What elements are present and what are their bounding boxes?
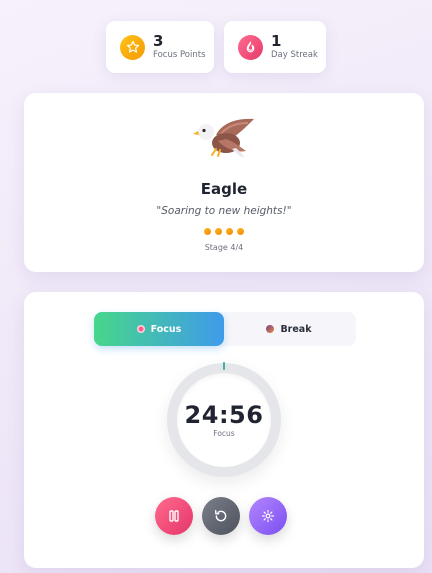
settings-button[interactable] bbox=[249, 497, 287, 535]
focus-mode-label: Focus bbox=[150, 323, 182, 335]
stage-dot bbox=[226, 228, 233, 235]
timer-progress-indicator bbox=[223, 362, 225, 370]
break-mode-button[interactable]: Break bbox=[224, 312, 354, 346]
focus-points-card: 3 Focus Points bbox=[106, 21, 214, 73]
day-streak-card: 1 Day Streak bbox=[224, 21, 326, 73]
timer-controls bbox=[155, 497, 287, 535]
timer-mode-label: Focus bbox=[213, 428, 235, 438]
pause-button[interactable] bbox=[155, 497, 193, 535]
stage-label: Stage 4/4 bbox=[204, 243, 244, 252]
day-streak-value: 1 bbox=[271, 32, 282, 51]
mode-toggle: Focus Break bbox=[94, 312, 356, 346]
fire-icon bbox=[238, 34, 263, 60]
focus-points-value: 3 bbox=[153, 32, 164, 51]
eagle-icon bbox=[192, 115, 256, 161]
timer-card: Focus Break 24:56 Focus bbox=[24, 292, 424, 568]
pet-card: Eagle "Soaring to new heights!" Stage 4/… bbox=[24, 93, 424, 272]
pet-quote: "Soaring to new heights!" bbox=[156, 205, 292, 217]
timer-time: 24:56 bbox=[184, 400, 264, 429]
coffee-icon bbox=[266, 325, 275, 333]
gear-icon bbox=[261, 509, 275, 523]
focus-points-label: Focus Points bbox=[153, 50, 206, 61]
pet-name: Eagle bbox=[200, 180, 248, 198]
stage-dot bbox=[204, 228, 211, 235]
stage-dot bbox=[215, 228, 222, 235]
pause-icon bbox=[169, 510, 179, 522]
timer-face: 24:56 Focus bbox=[177, 373, 271, 467]
focus-mode-button[interactable]: Focus bbox=[94, 312, 224, 346]
stage-dot bbox=[237, 228, 244, 235]
reset-button[interactable] bbox=[202, 497, 240, 535]
star-icon bbox=[120, 34, 145, 60]
stats-bar: 3 Focus Points 1 Day Streak bbox=[0, 21, 432, 73]
day-streak-label: Day Streak bbox=[271, 50, 318, 61]
break-mode-label: Break bbox=[280, 323, 312, 335]
timer-dial: 24:56 Focus bbox=[167, 362, 281, 477]
target-icon bbox=[136, 325, 145, 333]
stage-progress-dots bbox=[24, 228, 424, 235]
reset-icon bbox=[215, 510, 227, 522]
